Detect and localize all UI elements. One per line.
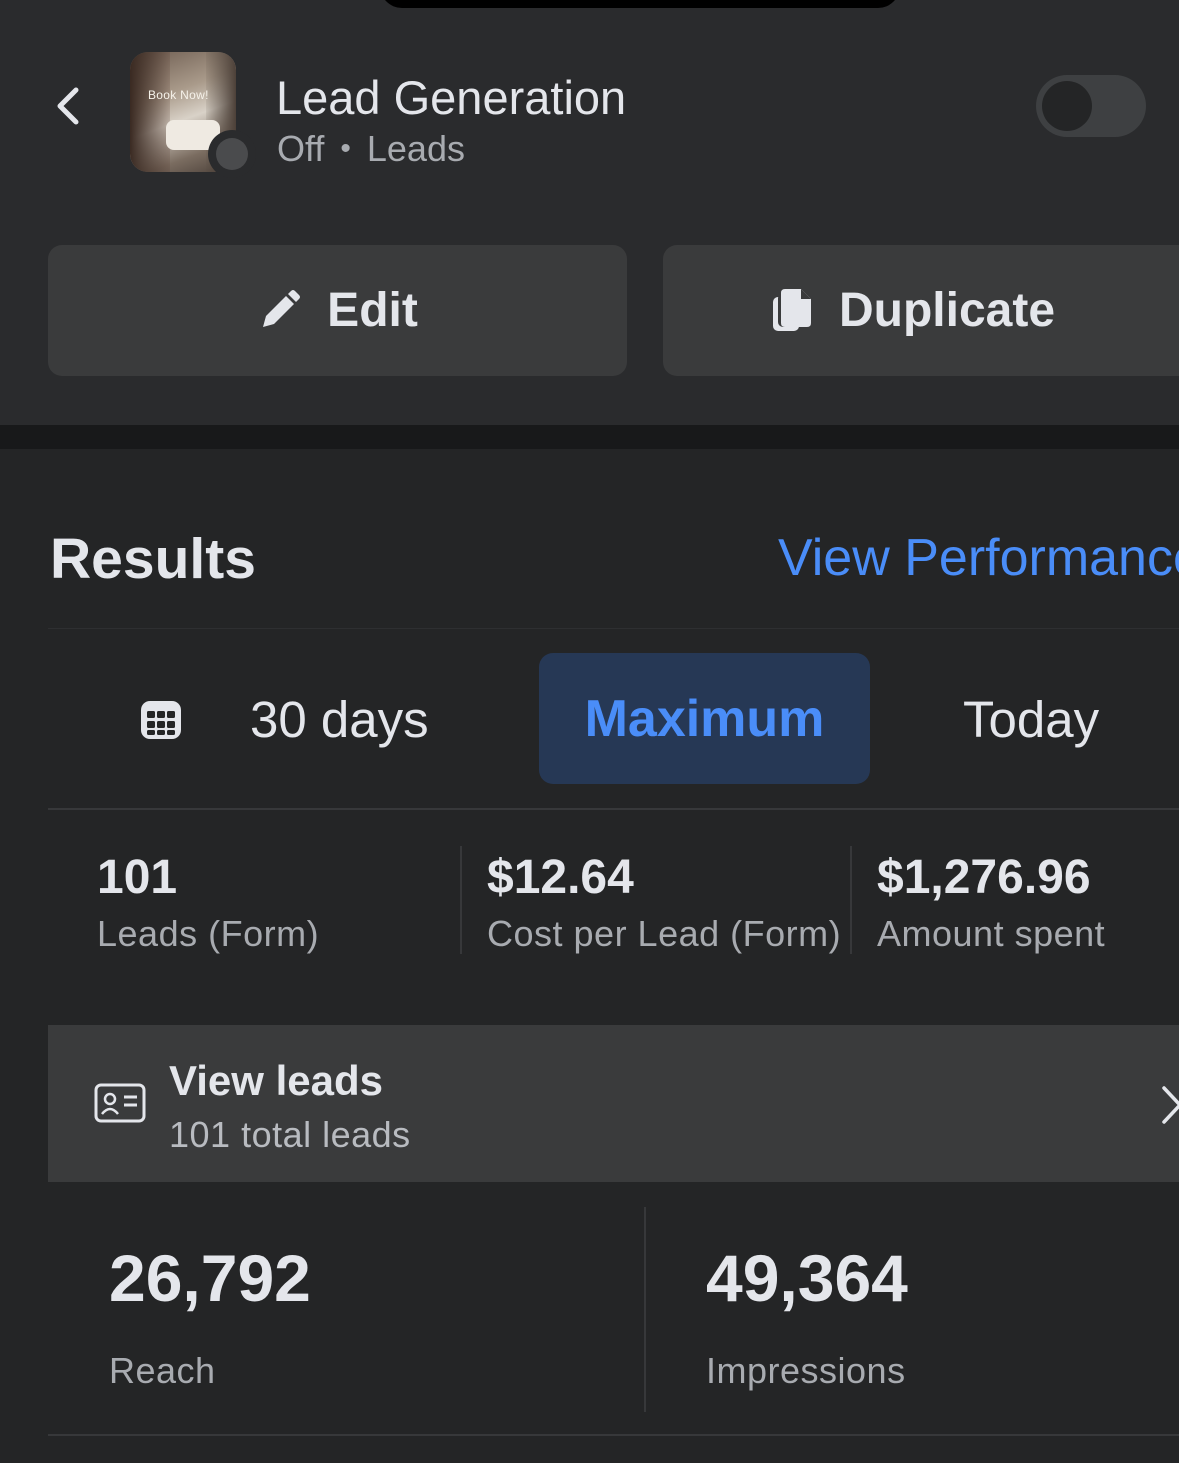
subtitle-separator: • [340,132,351,165]
duplicate-button[interactable]: Duplicate [663,245,1179,376]
ad-subtitle: Off • Leads [277,128,465,170]
metric-impressions: 49,364 Impressions [706,1240,908,1392]
view-leads-subtitle: 101 total leads [169,1114,411,1155]
metric-divider [644,1207,646,1412]
metric-value: 26,792 [109,1241,311,1315]
objective-text: Leads [366,128,465,169]
range-today[interactable]: Today [963,690,1099,749]
view-performance-link[interactable]: View Performance [778,528,1179,588]
divider-line [48,808,1179,810]
status-text: Off [277,128,325,169]
metric-amount-spent: $1,276.96 Amount spent [877,850,1105,955]
contact-card-icon [94,1083,146,1123]
status-indicator [208,130,256,178]
duplicate-label: Duplicate [838,284,1056,337]
header-panel: Book Now! Lead Generation Off • Leads Ed… [0,0,1179,425]
back-button[interactable] [44,80,92,132]
metric-label: Reach [109,1350,216,1391]
edit-button[interactable]: Edit [48,245,627,376]
duplicate-icon [772,288,811,331]
divider-line [48,1434,1179,1436]
chevron-right-icon [1162,1086,1179,1124]
metric-label: Impressions [706,1350,906,1391]
metric-value: 101 [97,851,178,904]
device-notch [380,0,900,8]
ad-detail-screen: Book Now! Lead Generation Off • Leads Ed… [0,0,1179,1463]
range-maximum[interactable]: Maximum [539,653,870,784]
edit-label: Edit [327,284,418,337]
calendar-icon[interactable] [138,696,184,742]
metric-label: Amount spent [877,913,1106,954]
section-divider [0,425,1179,449]
metric-divider [850,846,852,954]
chevron-left-icon [57,87,79,125]
metric-label: Cost per Lead (Form) [487,913,842,954]
view-leads-title: View leads [169,1057,384,1104]
metric-value: $12.64 [487,851,634,904]
metric-cost-per-lead: $12.64 Cost per Lead (Form) [487,850,841,955]
results-heading: Results [50,527,256,591]
metric-divider [460,846,462,954]
metric-leads: 101 Leads (Form) [97,850,319,955]
metric-reach: 26,792 Reach [109,1240,311,1392]
metric-label: Leads (Form) [97,913,320,954]
metric-value: 49,364 [706,1241,908,1315]
pencil-icon [263,289,301,327]
ad-on-off-toggle[interactable] [1036,75,1146,137]
ad-title: Lead Generation [276,71,627,124]
thumbnail-text: Book Now! [148,88,209,102]
range-30-days[interactable]: 30 days [250,690,429,749]
toggle-knob [1042,81,1092,131]
metric-value: $1,276.96 [877,851,1091,904]
